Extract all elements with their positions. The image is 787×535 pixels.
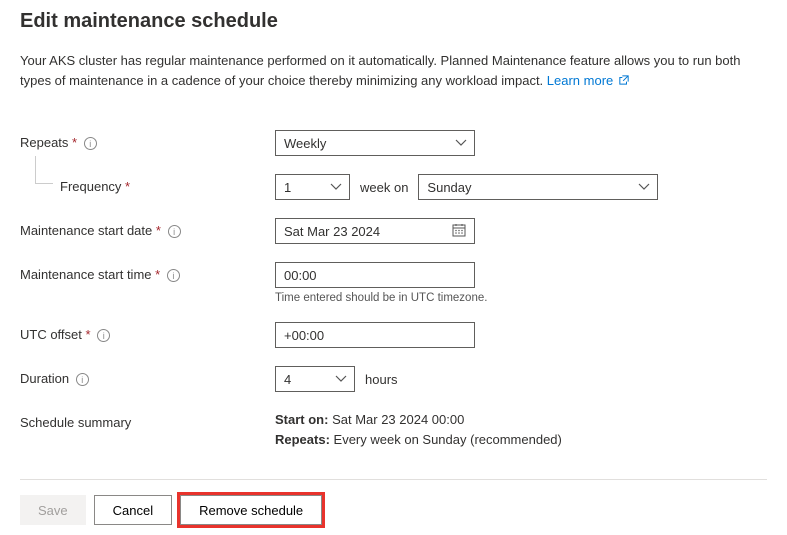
- info-icon[interactable]: i: [76, 373, 89, 386]
- indent-line: [35, 156, 53, 184]
- duration-unit: hours: [365, 372, 398, 387]
- week-on-text: week on: [360, 180, 408, 195]
- repeats-label: Repeats * i: [20, 130, 275, 150]
- info-icon[interactable]: i: [97, 329, 110, 342]
- utc-offset-value: +00:00: [284, 328, 324, 343]
- info-icon[interactable]: i: [167, 269, 180, 282]
- description-text: Your AKS cluster has regular maintenance…: [20, 51, 767, 90]
- duration-label: Duration i: [20, 366, 275, 386]
- start-time-helper: Time entered should be in UTC timezone.: [275, 292, 487, 304]
- start-time-label: Maintenance start time * i: [20, 262, 275, 282]
- utc-offset-input[interactable]: +00:00: [275, 322, 475, 348]
- duration-value: 4: [284, 372, 291, 387]
- start-time-value: 00:00: [284, 268, 317, 283]
- summary-repeats-label: Repeats:: [275, 432, 330, 447]
- summary-start-on-value: Sat Mar 23 2024 00:00: [328, 412, 464, 427]
- save-button: Save: [20, 495, 86, 525]
- summary-text: Start on: Sat Mar 23 2024 00:00 Repeats:…: [275, 410, 562, 449]
- utc-offset-label: UTC offset * i: [20, 322, 275, 342]
- frequency-day-value: Sunday: [427, 180, 471, 195]
- calendar-icon: [452, 223, 466, 240]
- frequency-count-select[interactable]: 1: [275, 174, 350, 200]
- repeats-select[interactable]: Weekly: [275, 130, 475, 156]
- cancel-button[interactable]: Cancel: [94, 495, 172, 525]
- duration-select[interactable]: 4: [275, 366, 355, 392]
- summary-start-on-label: Start on:: [275, 412, 328, 427]
- summary-repeats-value: Every week on Sunday (recommended): [330, 432, 562, 447]
- start-date-input[interactable]: Sat Mar 23 2024: [275, 218, 475, 244]
- external-link-icon: [619, 71, 629, 81]
- frequency-label: Frequency *: [20, 174, 275, 194]
- description-body: Your AKS cluster has regular maintenance…: [20, 53, 740, 88]
- start-date-value: Sat Mar 23 2024: [284, 224, 380, 239]
- summary-label: Schedule summary: [20, 410, 275, 430]
- start-date-label: Maintenance start date * i: [20, 218, 275, 238]
- learn-more-link[interactable]: Learn more: [547, 73, 629, 88]
- learn-more-label: Learn more: [547, 73, 613, 88]
- page-title: Edit maintenance schedule: [20, 10, 767, 33]
- info-icon[interactable]: i: [168, 225, 181, 238]
- remove-schedule-button[interactable]: Remove schedule: [180, 495, 322, 525]
- start-time-input[interactable]: 00:00: [275, 262, 475, 288]
- frequency-count-value: 1: [284, 180, 291, 195]
- repeats-value: Weekly: [284, 136, 326, 151]
- footer: Save Cancel Remove schedule: [20, 479, 767, 525]
- frequency-day-select[interactable]: Sunday: [418, 174, 658, 200]
- info-icon[interactable]: i: [84, 137, 97, 150]
